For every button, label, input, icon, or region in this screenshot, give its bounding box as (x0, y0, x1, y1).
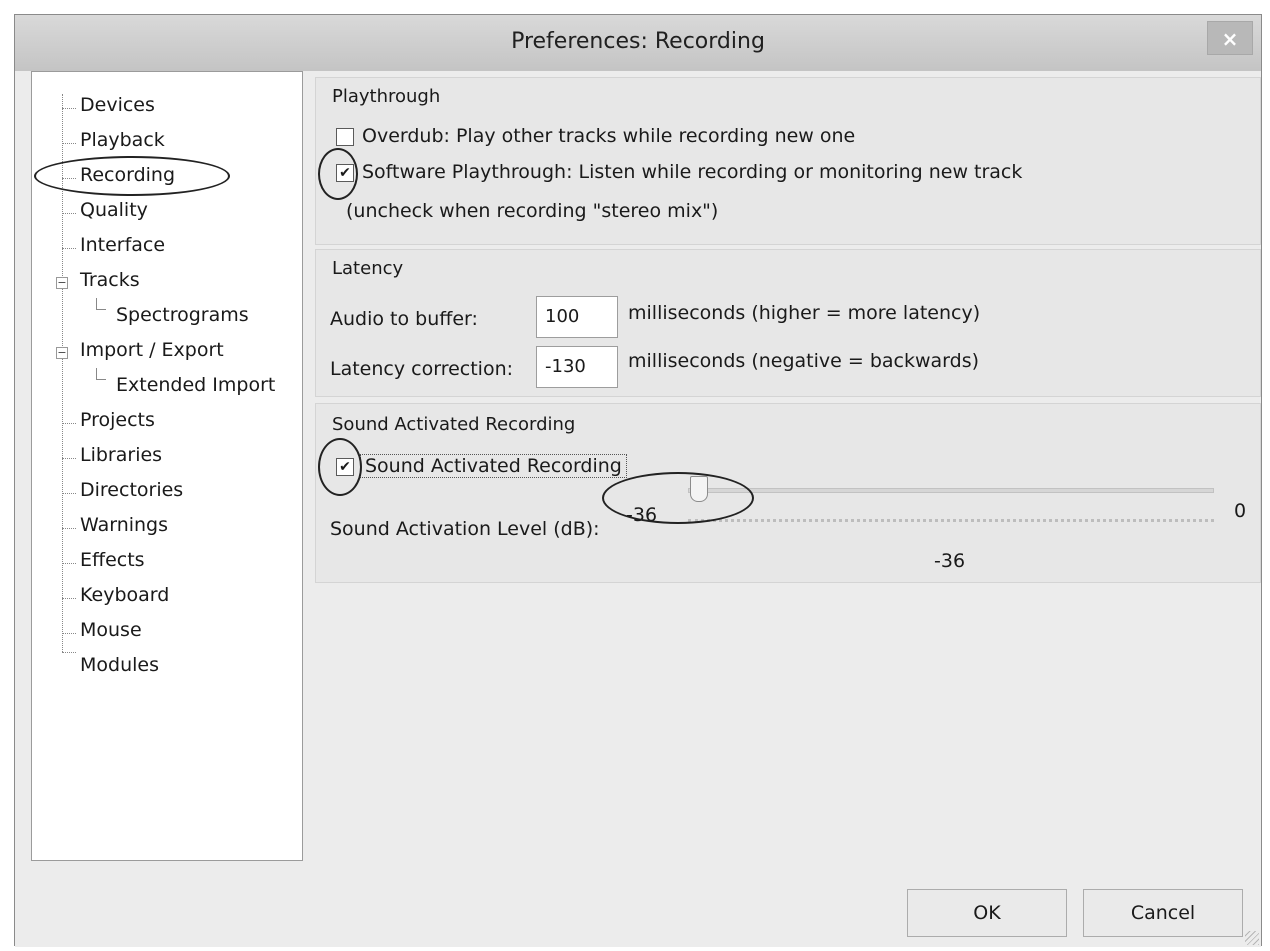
tree-branch (62, 458, 76, 459)
tree-branch (62, 108, 76, 109)
sound-activated-label: Sound Activated Recording (360, 454, 627, 478)
resize-grip-icon[interactable] (1245, 931, 1259, 945)
collapse-icon[interactable]: − (56, 347, 68, 359)
tree-item-modules[interactable]: Modules (80, 654, 159, 676)
activation-level-slider[interactable] (688, 488, 1214, 493)
close-button[interactable]: × (1207, 21, 1253, 55)
title-bar: Preferences: Recording × (15, 15, 1261, 71)
tree-elbow (96, 298, 106, 310)
latency-section: Latency Audio to buffer: 100 millisecond… (315, 249, 1261, 397)
highlight-oval-sound-activated (318, 438, 362, 496)
tree-branch (62, 633, 76, 634)
tree-item-keyboard[interactable]: Keyboard (80, 584, 169, 606)
category-tree[interactable]: Devices Playback Recording Quality Inter… (31, 71, 303, 861)
tree-branch (62, 248, 76, 249)
playthrough-title: Playthrough (332, 86, 441, 107)
tree-item-warnings[interactable]: Warnings (80, 514, 168, 536)
tree-item-tracks[interactable]: Tracks (80, 269, 140, 291)
playthrough-section: Playthrough Overdub: Play other tracks w… (315, 77, 1261, 245)
preferences-window: Preferences: Recording × Devices Playbac… (14, 14, 1262, 947)
tree-item-interface[interactable]: Interface (80, 234, 165, 256)
highlight-oval-playthrough (318, 148, 358, 200)
tree-branch (62, 598, 76, 599)
collapse-icon[interactable]: − (56, 277, 68, 289)
audio-buffer-input[interactable]: 100 (536, 296, 618, 338)
tree-elbow (96, 368, 106, 380)
slider-max-label: 0 (1234, 500, 1247, 522)
tree-item-import-export[interactable]: Import / Export (80, 339, 224, 361)
tree-item-effects[interactable]: Effects (80, 549, 145, 571)
activation-level-label: Sound Activation Level (dB): (330, 518, 600, 540)
sound-activated-title: Sound Activated Recording (332, 414, 576, 435)
cancel-button[interactable]: Cancel (1083, 889, 1243, 937)
tree-item-libraries[interactable]: Libraries (80, 444, 162, 466)
software-playthrough-label: Software Playthrough: Listen while recor… (362, 161, 1023, 183)
tree-item-projects[interactable]: Projects (80, 409, 155, 431)
tree-branch (62, 493, 76, 494)
ok-button[interactable]: OK (907, 889, 1067, 937)
overdub-checkbox[interactable] (336, 128, 354, 146)
audio-buffer-label: Audio to buffer: (330, 308, 478, 330)
tree-item-extended-import[interactable]: Extended Import (116, 374, 275, 396)
overdub-label: Overdub: Play other tracks while recordi… (362, 125, 856, 147)
window-title: Preferences: Recording (511, 29, 765, 54)
tree-branch (62, 213, 76, 214)
tree-item-mouse[interactable]: Mouse (80, 619, 142, 641)
tree-item-directories[interactable]: Directories (80, 479, 183, 501)
latency-correction-label: Latency correction: (330, 358, 514, 380)
tree-item-quality[interactable]: Quality (80, 199, 148, 221)
latency-correction-unit: milliseconds (negative = backwards) (628, 350, 980, 372)
slider-value-readout: -36 (934, 550, 966, 572)
highlight-oval-recording (34, 156, 230, 196)
latency-title: Latency (332, 258, 404, 279)
highlight-oval-slider (602, 472, 754, 524)
tree-item-spectrograms[interactable]: Spectrograms (116, 304, 249, 326)
tree-branch (62, 528, 76, 529)
dialog-body: Devices Playback Recording Quality Inter… (15, 71, 1261, 947)
tree-branch (62, 143, 76, 144)
audio-buffer-unit: milliseconds (higher = more latency) (628, 302, 981, 324)
tree-branch (62, 652, 76, 653)
tree-branch (62, 563, 76, 564)
tree-branch (62, 423, 76, 424)
sound-activated-section: Sound Activated Recording ✔ Sound Activa… (315, 403, 1261, 583)
playthrough-note: (uncheck when recording "stereo mix") (346, 200, 719, 222)
latency-correction-input[interactable]: -130 (536, 346, 618, 388)
slider-ticks (688, 519, 1214, 522)
tree-item-devices[interactable]: Devices (80, 94, 155, 116)
tree-item-playback[interactable]: Playback (80, 129, 165, 151)
